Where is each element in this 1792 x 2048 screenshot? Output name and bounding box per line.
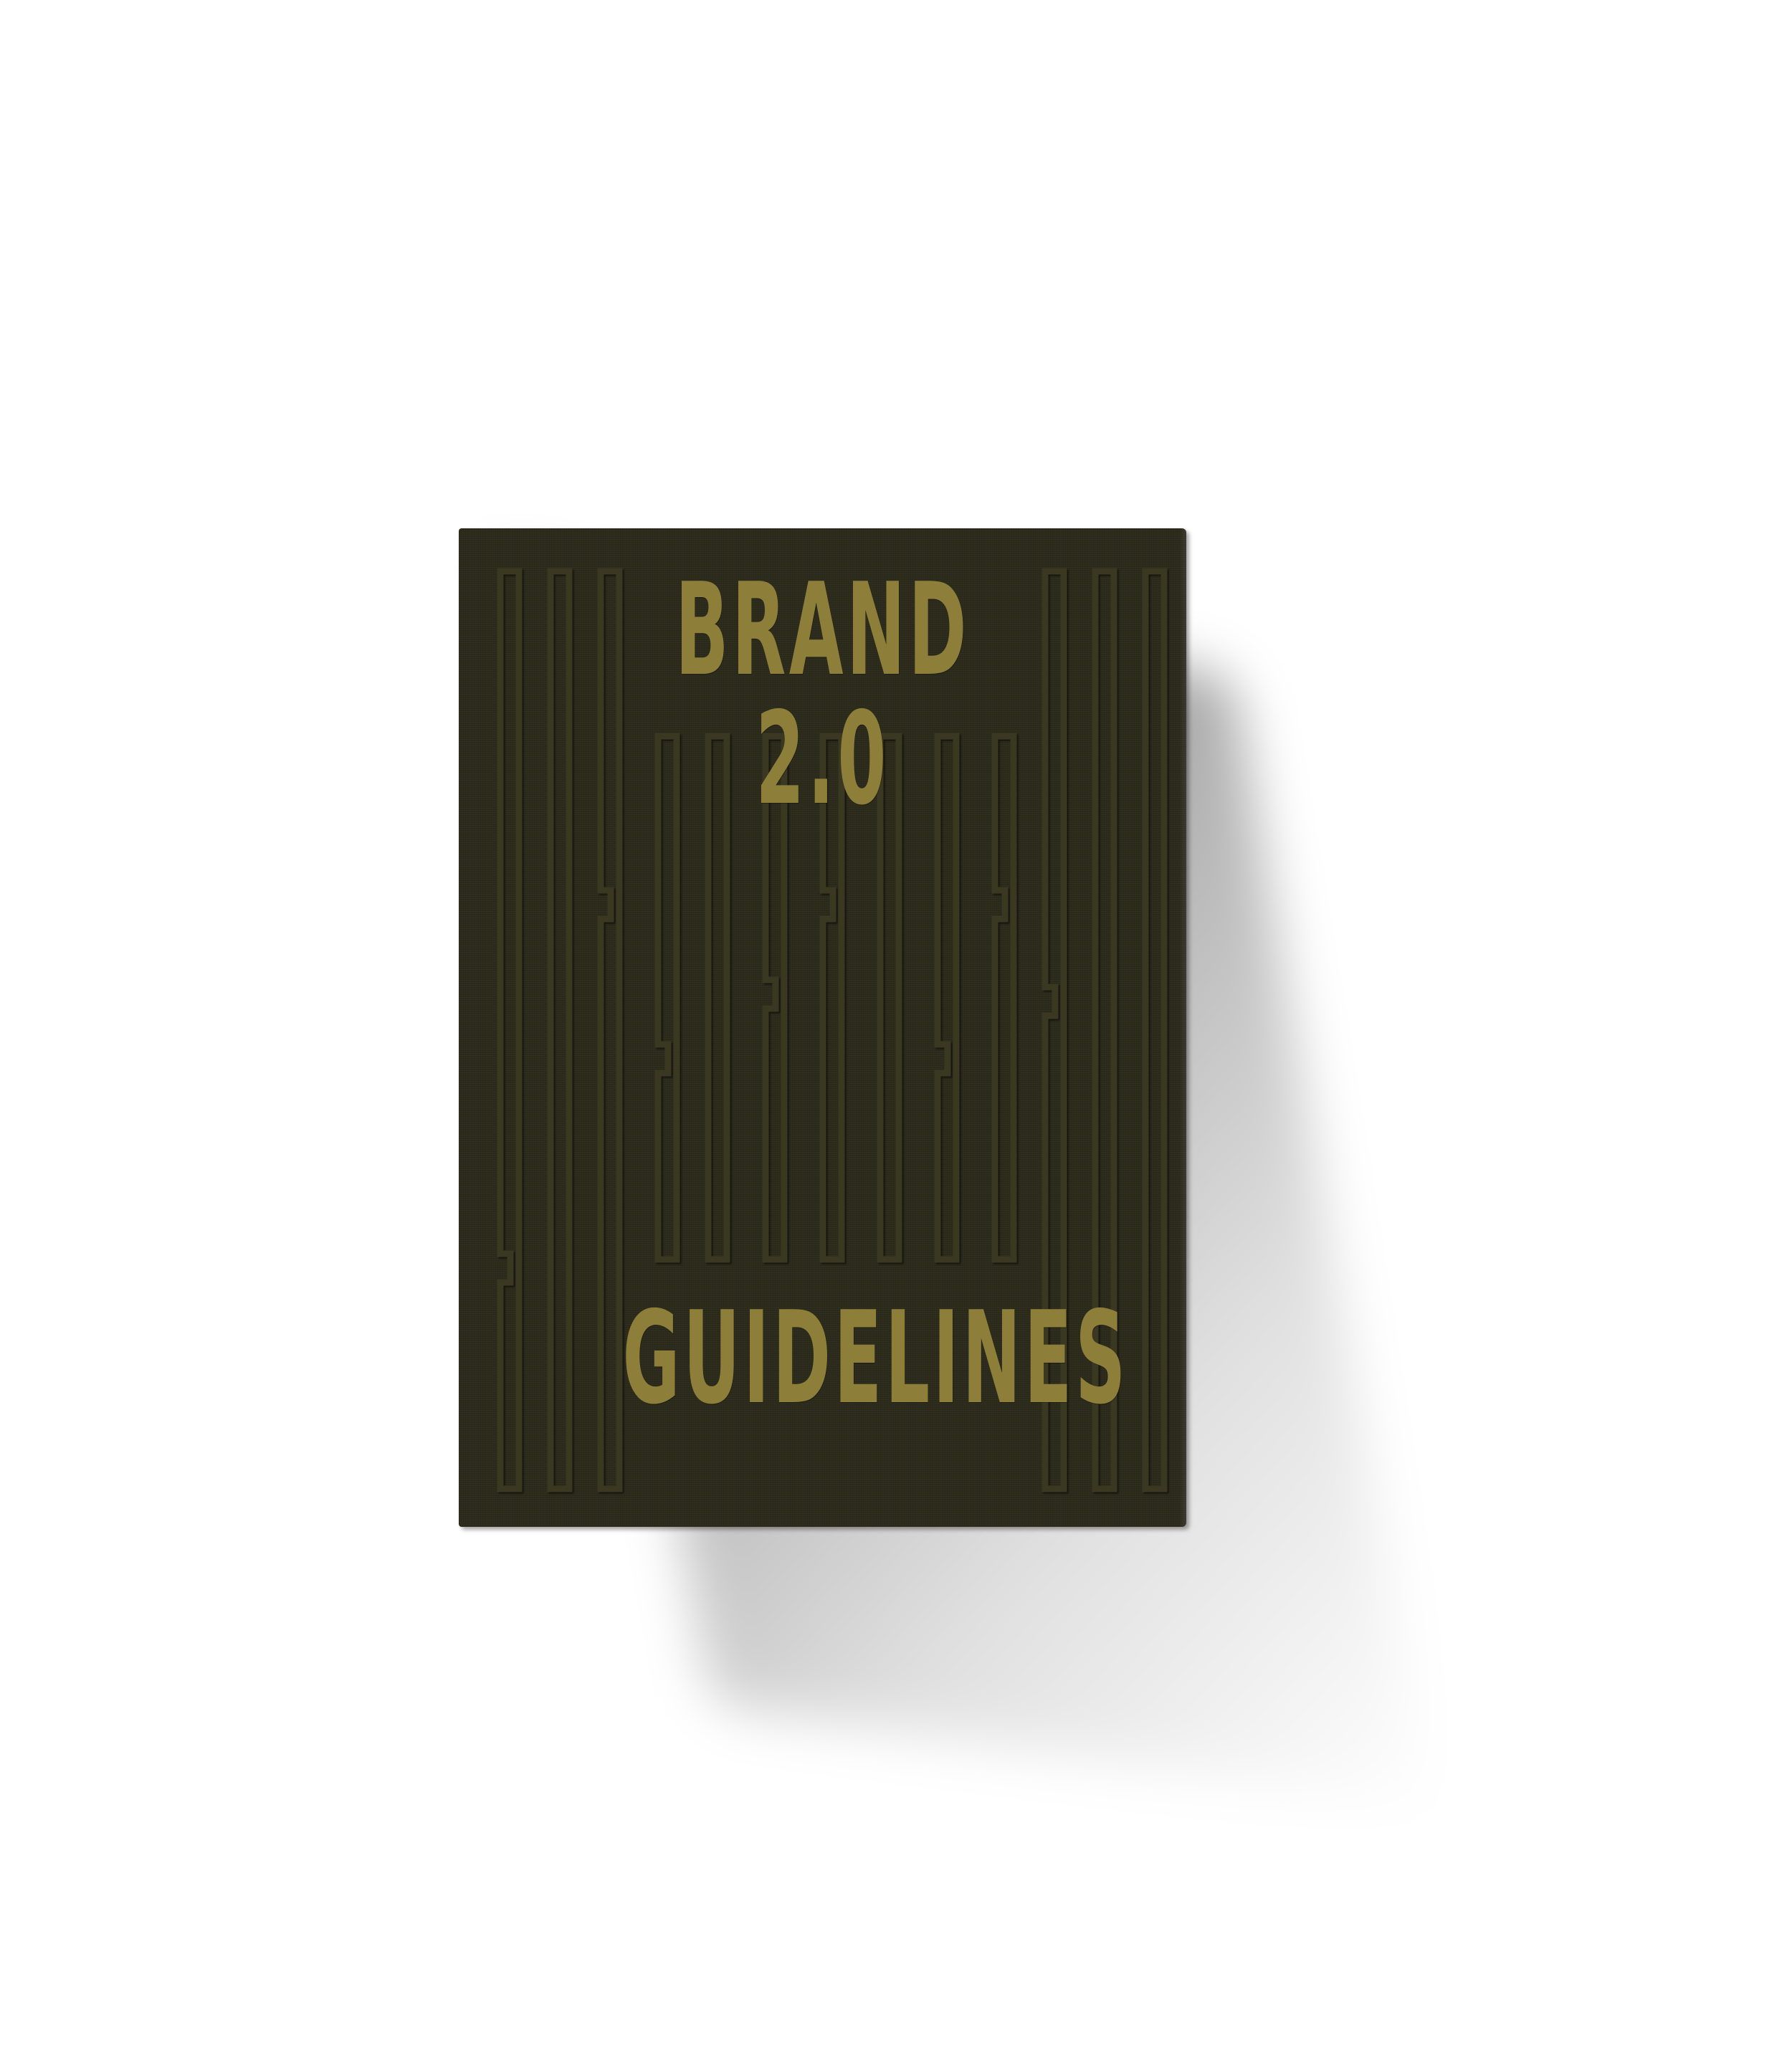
book-title-line-2: GUIDELINES bbox=[622, 1284, 1129, 1432]
embossed-line-13 bbox=[1142, 568, 1168, 1492]
embossed-line-1 bbox=[497, 568, 523, 1492]
embossed-line-3 bbox=[597, 568, 623, 1492]
book-cover: BRAND 2.0 GUIDELINES bbox=[459, 528, 1186, 1527]
book-title-line-1: BRAND 2.0 bbox=[675, 556, 970, 833]
embossed-line-2 bbox=[547, 568, 573, 1492]
scene: BRAND 2.0 GUIDELINES bbox=[0, 0, 1792, 2048]
